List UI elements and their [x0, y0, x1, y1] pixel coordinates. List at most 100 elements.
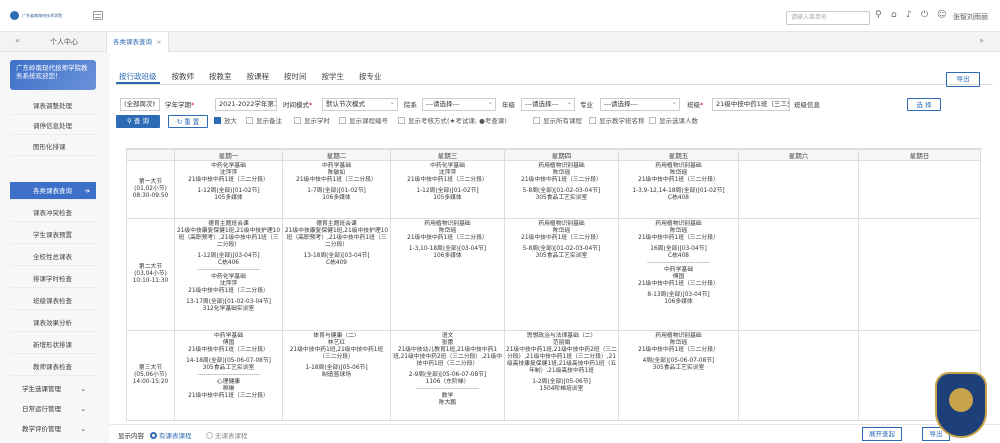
sidebar-item-6[interactable]: 学生课表预置 — [10, 226, 96, 244]
cell-line: 1-3,9-12,14-18周(全部)[01-02节] — [632, 188, 725, 194]
tab-by-teacher[interactable]: 按教师 — [169, 69, 198, 84]
cell-line: 范丽娟 — [552, 340, 571, 346]
sidebar-item-10[interactable]: 课表效果分析 — [10, 314, 96, 332]
header-sunday: 星期日 — [858, 149, 981, 161]
sidebar-group-2[interactable]: 日常运行管理 ⌄ — [10, 400, 96, 418]
timetable-cell[interactable]: 体育与健康（二） 林艺红 21级中技中药1班,21级中技中药1班（三二分段） 1-18… — [282, 330, 391, 421]
class-select[interactable]: 21级中技中药1班（三二分段） — [712, 98, 790, 111]
sidebar-item-12[interactable]: 教师课表检查 — [10, 358, 96, 376]
timetable-cell[interactable]: 思想政治与法律基础（二） 范丽娟 21级中技中药1班,21级中技中药2班（三二分段）… — [504, 330, 619, 421]
cell-line: 药用植物识别基础 — [538, 221, 585, 227]
expand-button[interactable]: 展开查起 — [862, 427, 902, 441]
tab-by-major[interactable]: 按专业 — [356, 69, 385, 84]
radio-without-schedule[interactable]: 无课表课程 — [206, 430, 248, 440]
sidebar-item-11[interactable]: 新增形状排课 — [10, 336, 96, 354]
sidebar-item-5[interactable]: 课表冲突检查 — [10, 204, 96, 222]
sidebar-group-1[interactable]: 学生选课管理 ⌄ — [10, 380, 96, 398]
user-icon[interactable]: ☺ — [937, 10, 946, 20]
show-class-name-checkbox[interactable]: 显示教学班名称 — [589, 116, 645, 127]
header-wednesday: 星期三 — [390, 149, 505, 161]
timetable-cell[interactable]: 药用植物识别基础 陈岱瑶 21级中技中药1班（三二分段） 4周(全部)[05-06-0… — [618, 330, 739, 421]
show-hours-checkbox[interactable]: 显示学时 — [294, 116, 330, 127]
show-course-code-checkbox[interactable]: 显示课程编号 — [339, 116, 388, 127]
term-select[interactable]: 2021-2022学年第二学期 — [215, 98, 277, 111]
timetable-cell[interactable]: 中药学基础 陈敏如 21级中技中药1班（三二分段） 1-7周(全部)[01-02节] 1… — [282, 160, 391, 219]
search-icon[interactable]: ⚲ — [875, 10, 882, 20]
tab-by-class[interactable]: 按行政班级 — [116, 69, 160, 84]
time-slot-line: 第三大节 — [138, 365, 163, 371]
header-corner — [126, 149, 175, 161]
timetable-cell[interactable]: 药用植物识别基础 陈岱瑶 21级中技中药1班（三二分段） 16周(全部)[03-04节… — [618, 218, 739, 331]
sidebar-item-8[interactable]: 排课学时检查 — [10, 270, 96, 288]
timetable-cell[interactable]: 语文 张蕾 21级中技幼儿教育1班,21级中技中药1班,21级中技中药2班（三二分段… — [390, 330, 505, 421]
timetable-cell[interactable]: 药用植物识别基础 陈岱瑶 21级中技中药1班（三二分段） 1-3,10-18周(全部)… — [390, 218, 505, 331]
search-input[interactable]: 请输入菜单名 — [786, 11, 870, 25]
week-select[interactable]: (全部周次) — [120, 98, 160, 111]
tab-active[interactable]: 各类课表查询 × — [106, 32, 169, 52]
header-monday: 星期一 — [174, 149, 283, 161]
timetable-cell[interactable]: 德育主题班会课 21级中技康复保健1班,21级中技护理10班（高职预考）,21级中… — [174, 218, 283, 331]
timetable-cell[interactable]: 德育主题班会课 21级中技康复保健1班,21级中技护理10班（高职预考）,21级中… — [282, 218, 391, 331]
time-mode-select[interactable]: 默认节次模式 — [322, 98, 398, 111]
sidebar-group-3[interactable]: 教学评价管理 ⌄ — [10, 420, 96, 438]
sidebar-item-3[interactable]: 图形化排课 — [10, 138, 96, 156]
show-enrollment-checkbox[interactable]: 显示选课人数 — [649, 116, 698, 127]
tab-by-course[interactable]: 按课程 — [244, 69, 273, 84]
enlarge-checkbox[interactable]: 放大 — [214, 116, 237, 127]
select-button[interactable]: 选 择 — [907, 98, 941, 111]
timetable-cell[interactable]: 药用植物识别基础 陈岱瑶 21级中技中药1班（三二分段） 5-8周(全部)[01-02… — [504, 160, 619, 219]
cell-line: C栋408 — [668, 195, 689, 201]
cell-line: 沈萍萍 — [438, 170, 457, 176]
cell-line: 1-12周(全部)[01-02节] — [197, 188, 260, 194]
cell-line: 陈岱瑶 — [669, 170, 688, 176]
sidebar-item-4[interactable]: 各类课表查询 ➔ — [10, 182, 96, 200]
cell-line: 林艺红 — [327, 340, 346, 346]
cell-line: 21级中技中药1班（三二分段） — [521, 177, 602, 183]
menu-toggle-icon[interactable] — [93, 11, 103, 20]
major-select[interactable]: ---请选择--- — [600, 98, 680, 111]
sidebar-item-1[interactable]: 课表调整处理 — [10, 97, 96, 115]
home-icon[interactable]: ⌂ — [891, 10, 897, 20]
radio-with-schedule[interactable]: 有课表课程 — [150, 430, 192, 440]
time-slot: 第一大节 (01,02小节) 08:30-09:50 — [126, 160, 175, 219]
tab-prev-button[interactable]: « — [15, 36, 20, 45]
timetable-cell[interactable]: 中药化学基础 沈萍萍 21级中技中药1班（三二分段） 1-12周(全部)[01-02节… — [174, 160, 283, 219]
tab-next-button[interactable]: » — [979, 36, 984, 45]
tab-home[interactable]: 个人中心 — [50, 37, 78, 47]
show-notes-checkbox[interactable]: 显示备注 — [246, 116, 282, 127]
reset-button[interactable]: ↻ 重 置 — [168, 115, 208, 128]
power-icon[interactable]: ⏻ — [921, 10, 928, 20]
sidebar-item-7[interactable]: 全校性总课表 — [10, 248, 96, 266]
tab-by-student[interactable]: 按学生 — [319, 69, 348, 84]
arrow-right-icon: ➔ — [84, 187, 90, 195]
campus-label: 院系 — [404, 101, 417, 109]
query-button[interactable]: ⚲ 查 询 — [116, 115, 160, 128]
tab-by-room[interactable]: 按教室 — [206, 69, 235, 84]
tab-by-time[interactable]: 按时间 — [281, 69, 310, 84]
cell-line: 106多媒体 — [433, 253, 462, 259]
show-all-courses-checkbox[interactable]: 显示所有课程 — [533, 116, 582, 127]
sidebar-item-2[interactable]: 调停信息处理 — [10, 117, 96, 135]
timetable-cell[interactable]: 中药化学基础 沈萍萍 21级中技中药1班（三二分段） 1-12周(全部)[01-02节… — [390, 160, 505, 219]
grade-select[interactable]: ---请选择--- — [521, 98, 575, 111]
timetable-cell[interactable]: 药用植物识别基础 陈岱瑶 21级中技中药1班（三二分段） 5-8周(全部)[01-02… — [504, 218, 619, 331]
class-label: 班级* — [687, 101, 704, 109]
sidebar-item-9[interactable]: 班级课表检查 — [10, 292, 96, 310]
campus-select[interactable]: ---请选择--- — [422, 98, 496, 111]
bell-icon[interactable]: ♪ — [906, 10, 912, 20]
export-button[interactable]: 导出 — [946, 72, 980, 87]
cell-line: 14-18周(全部)[05-06-07-08节] — [186, 358, 271, 364]
cell-line: 16周(全部)[03-04节] — [650, 246, 707, 252]
header-tuesday: 星期二 — [282, 149, 391, 161]
cell-line: 陈岱瑶 — [552, 228, 571, 234]
user-name[interactable]: 张智刘雨丽 — [953, 12, 988, 22]
cell-line: 1-7周(全部)[01-02节] — [307, 188, 366, 194]
timetable-cell[interactable]: 药用植物识别基础 陈岱瑶 21级中技中药1班（三二分段） 1-3,9-12,14-18… — [618, 160, 739, 219]
cell-line: 13-17周(全部)[01-02-03-04节] — [186, 299, 271, 305]
timetable-cell[interactable]: 中药学基础 傅国 21级中技中药1班（三二分段） 14-18周(全部)[05-06-0… — [174, 330, 283, 421]
close-icon[interactable]: × — [156, 38, 161, 46]
show-exam-type-checkbox[interactable]: 显示考核方式(★考试课; ●考查课) — [398, 116, 507, 127]
cell-line: 陈岱瑶 — [669, 228, 688, 234]
cell-line: 21级中技中药1班（三二分段） — [188, 393, 269, 399]
cell-line: 13-18周(全部)[03-04节] — [303, 253, 370, 259]
